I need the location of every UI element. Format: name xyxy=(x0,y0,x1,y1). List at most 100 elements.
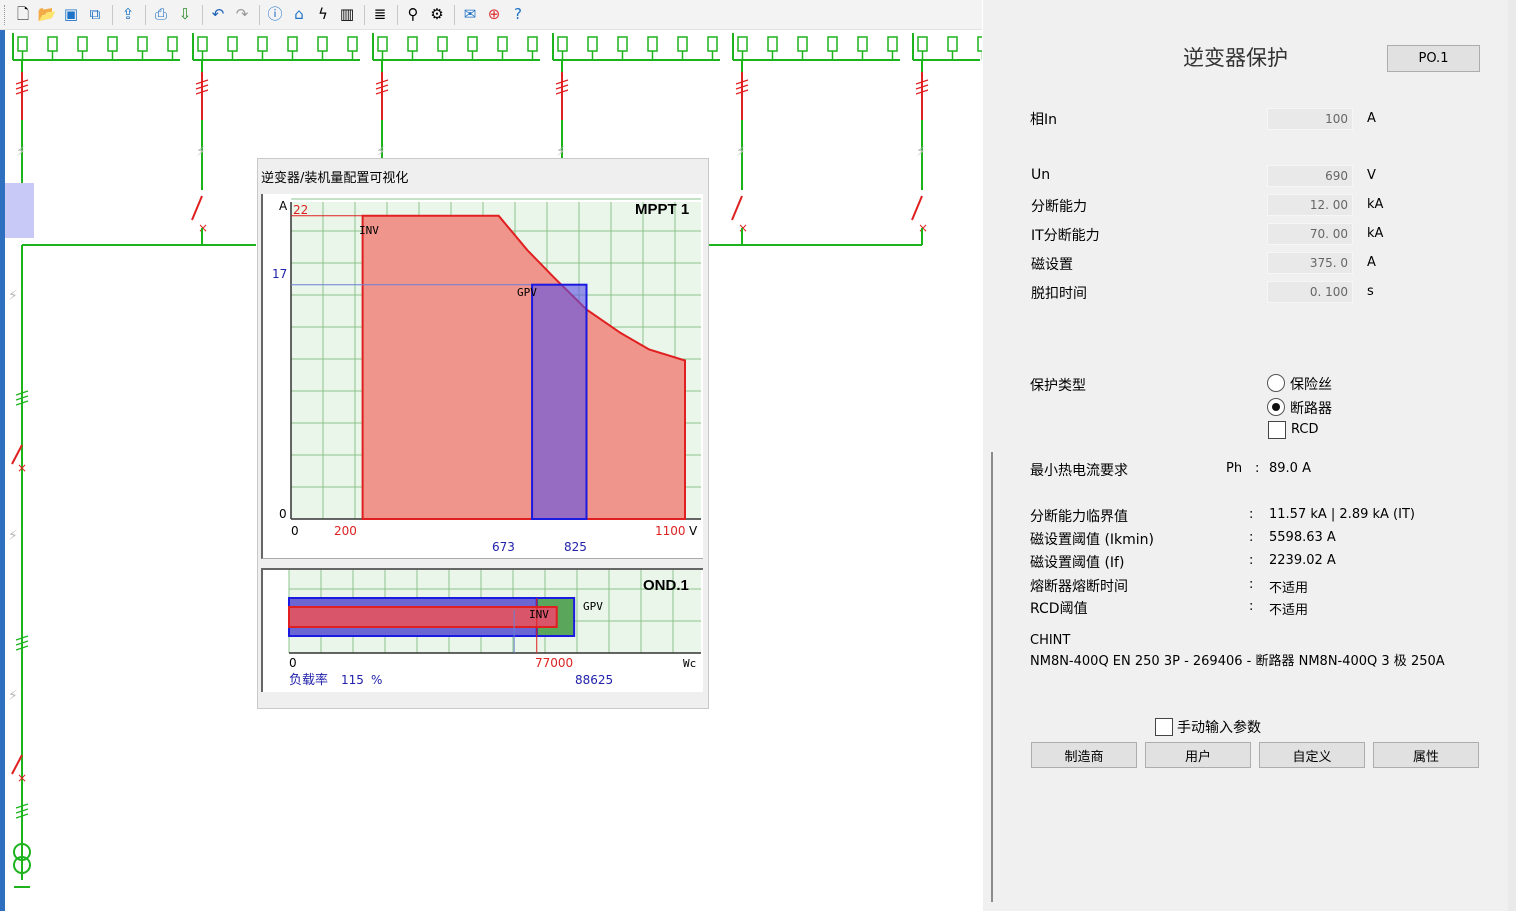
manual-input-checkbox[interactable] xyxy=(1155,718,1173,736)
user-button[interactable]: 用户 xyxy=(1145,742,1251,768)
rcd-checkbox[interactable] xyxy=(1268,421,1286,439)
pv-module xyxy=(437,36,448,52)
pv-module xyxy=(17,36,28,52)
mppt-y-tick: 17 xyxy=(272,267,287,281)
switch-blade xyxy=(731,195,743,221)
config-visualization-window[interactable]: 逆变器/装机量配置可视化 MPPT 1 A 22 17 0 0 200 1100… xyxy=(257,158,709,709)
ond-x-tick: 88625 xyxy=(575,673,613,687)
export-dwg-icon[interactable]: ⇩ xyxy=(174,4,196,26)
surge-icon: ⚡ xyxy=(8,688,18,704)
ph-label: Ph xyxy=(1226,461,1243,476)
mppt-name: MPPT 1 xyxy=(635,201,689,218)
save-all-icon[interactable]: ⧉ xyxy=(84,4,106,26)
envelope-icon[interactable]: ✉ xyxy=(459,4,481,26)
undo-icon[interactable]: ↶ xyxy=(207,4,229,26)
properties-button[interactable]: 属性 xyxy=(1373,742,1479,768)
mppt-gpv-tick: 673 xyxy=(492,540,515,554)
result-value: 不适用 xyxy=(1269,581,1309,596)
param-value[interactable]: 375. 0 xyxy=(1267,252,1353,274)
inverter-protection-panel: 逆变器保护 PO.1 相In 100 A Un 690 V 分断能力 12. 0… xyxy=(983,0,1508,911)
param-value[interactable]: 690 xyxy=(1267,165,1353,187)
help-icon[interactable]: ? xyxy=(507,4,529,26)
pv-module xyxy=(557,36,568,52)
mppt-inv-label: INV xyxy=(359,224,379,237)
po-id-button[interactable]: PO.1 xyxy=(1387,45,1480,72)
pv-module xyxy=(197,36,208,52)
param-label: 磁设置 xyxy=(1031,257,1073,273)
info-icon[interactable]: ⓘ xyxy=(264,4,286,26)
pv-module xyxy=(107,36,118,52)
fuse-radio[interactable] xyxy=(1267,374,1285,392)
home-icon[interactable]: ⌂ xyxy=(288,4,310,26)
lightning-icon[interactable]: ϟ xyxy=(312,4,334,26)
pv-module xyxy=(677,36,688,52)
selection-highlight xyxy=(5,183,34,238)
surge-icon: ⚡ xyxy=(8,528,18,544)
result-value: 2239.02 A xyxy=(1269,553,1336,568)
load-rate-value: 115 xyxy=(341,673,364,687)
bar-chart-icon[interactable]: ▥ xyxy=(336,4,358,26)
pv-module xyxy=(467,36,478,52)
pv-module xyxy=(407,36,418,52)
load-rate-label: 负载率 xyxy=(289,672,328,688)
param-value[interactable]: 12. 00 xyxy=(1267,194,1353,216)
breaker-radio[interactable] xyxy=(1267,398,1285,416)
param-value[interactable]: 0. 100 xyxy=(1267,281,1353,303)
surge-icon: ⚡ xyxy=(8,288,18,304)
mppt-y-tick: 0 xyxy=(279,507,287,521)
pv-module xyxy=(47,36,58,52)
mppt-y-tick: 22 xyxy=(293,203,308,217)
window-scrollbar[interactable] xyxy=(1508,0,1516,911)
fuse-label: 保险丝 xyxy=(1290,377,1332,393)
mppt-chart: MPPT 1 A 22 17 0 0 200 1100 V 673 825 IN… xyxy=(261,194,708,559)
min-current-label: 最小热电流要求 xyxy=(1030,463,1128,479)
ond-gpv-label: GPV xyxy=(583,600,603,613)
pv-module xyxy=(827,36,838,52)
string-group: ⚡× xyxy=(911,33,982,245)
ph-colon: : xyxy=(1255,461,1260,476)
save-icon[interactable]: ▣ xyxy=(60,4,82,26)
redo-icon[interactable]: ↷ xyxy=(231,4,253,26)
param-label: Un xyxy=(1031,167,1051,183)
viz-title: 逆变器/装机量配置可视化 xyxy=(261,171,409,186)
protection-type-label: 保护类型 xyxy=(1030,378,1086,394)
export-icon[interactable]: ⇪ xyxy=(117,4,139,26)
pv-module xyxy=(317,36,328,52)
lifebuoy-icon[interactable]: ⊕ xyxy=(483,4,505,26)
manufacturer-button[interactable]: 制造商 xyxy=(1031,742,1137,768)
pv-module xyxy=(767,36,778,52)
param-label: 相In xyxy=(1030,112,1058,128)
database-icon[interactable]: ≣ xyxy=(369,4,391,26)
switch-blade xyxy=(191,195,203,221)
string-group: ⚡× xyxy=(731,33,900,245)
custom-button[interactable]: 自定义 xyxy=(1259,742,1365,768)
toolbar-grip[interactable] xyxy=(4,4,7,25)
ph-value: 89.0 A xyxy=(1269,461,1311,476)
param-value[interactable]: 70. 00 xyxy=(1267,223,1353,245)
pv-module xyxy=(617,36,628,52)
pv-module xyxy=(947,36,958,52)
wrench-icon[interactable]: ⚲ xyxy=(402,4,424,26)
manufacturer-name: CHINT xyxy=(1030,633,1071,648)
breaker-cross: × xyxy=(198,221,208,235)
param-unit: A xyxy=(1367,255,1376,270)
param-value[interactable]: 100 xyxy=(1267,108,1353,130)
pv-module xyxy=(227,36,238,52)
result-value: 不适用 xyxy=(1269,603,1309,618)
result-label: 熔断器熔断时间 xyxy=(1030,579,1128,595)
open-folder-icon[interactable]: 📂 xyxy=(36,4,58,26)
ond-chart: OND.1 INV GPV 0 77000 88625 Wc 负载率 115 % xyxy=(261,568,706,692)
pv-module xyxy=(377,36,388,52)
new-file-icon[interactable]: 🗋 xyxy=(12,4,34,26)
print-icon[interactable]: ⎙ xyxy=(150,4,172,26)
surge-icon: ⚡ xyxy=(736,144,746,160)
param-unit: V xyxy=(1367,168,1376,183)
pv-module xyxy=(497,36,508,52)
mppt-x-tick: 1100 xyxy=(655,524,686,538)
surge-icon: ⚡ xyxy=(196,144,206,160)
gear-icon[interactable]: ⚙ xyxy=(426,4,448,26)
mppt-y-unit: A xyxy=(279,199,288,213)
ond-x-tick: 0 xyxy=(289,656,297,670)
ond-chart-svg: OND.1 INV GPV 0 77000 88625 Wc 负载率 115 % xyxy=(288,570,706,688)
surge-icon: ⚡ xyxy=(916,144,926,160)
